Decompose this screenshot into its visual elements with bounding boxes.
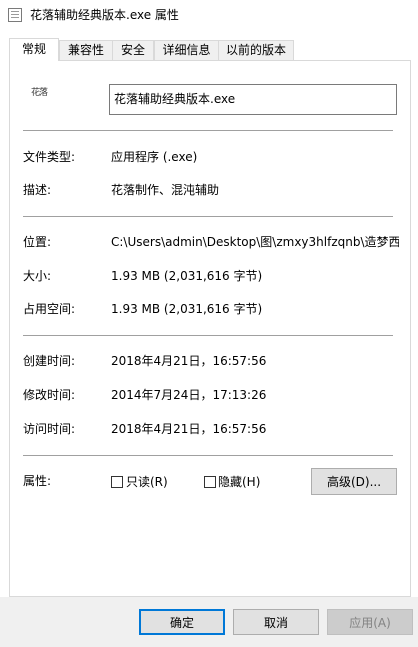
size-label: 大小:: [23, 269, 52, 283]
file-name-value: 花落辅助经典版本.exe: [114, 92, 236, 106]
separator: [23, 455, 393, 456]
general-panel: [9, 60, 411, 597]
separator: [23, 216, 393, 217]
description-value: 花落制作、混沌辅助: [111, 183, 220, 197]
modified-value: 2014年7月24日，17:13:26: [111, 388, 267, 402]
hidden-checkbox[interactable]: [204, 476, 216, 488]
size-on-disk-label: 占用空间:: [23, 302, 76, 316]
tab-details[interactable]: 详细信息: [154, 40, 219, 60]
window-title: 花落辅助经典版本.exe 属性: [30, 8, 179, 22]
accessed-label: 访问时间:: [23, 422, 76, 436]
readonly-label[interactable]: 只读(R): [126, 474, 168, 490]
ok-button[interactable]: 确定: [139, 609, 225, 635]
tab-previous-versions[interactable]: 以前的版本: [218, 40, 294, 60]
title-bar: 花落辅助经典版本.exe 属性: [0, 0, 418, 30]
file-type-label: 文件类型:: [23, 150, 76, 164]
advanced-button[interactable]: 高级(D)...: [311, 468, 397, 495]
attributes-label: 属性:: [23, 474, 52, 488]
apply-button[interactable]: 应用(A): [327, 609, 413, 635]
modified-label: 修改时间:: [23, 388, 76, 402]
location-value: C:\Users\admin\Desktop\图\zmxy3hlfzqnb\造梦…: [111, 235, 399, 249]
separator: [23, 335, 393, 336]
created-value: 2018年4月21日，16:57:56: [111, 354, 267, 368]
properties-dialog: 花落辅助经典版本.exe 属性 常规 兼容性 安全 详细信息 以前的版本 花落 …: [0, 0, 418, 647]
tab-compatibility[interactable]: 兼容性: [59, 40, 113, 60]
hidden-label[interactable]: 隐藏(H): [218, 474, 260, 490]
file-type-value: 应用程序 (.exe): [111, 150, 198, 164]
document-icon: [8, 8, 22, 22]
location-label: 位置:: [23, 235, 52, 249]
size-on-disk-value: 1.93 MB (2,031,616 字节): [111, 302, 263, 316]
separator: [23, 130, 393, 131]
cancel-button[interactable]: 取消: [233, 609, 319, 635]
size-value: 1.93 MB (2,031,616 字节): [111, 269, 263, 283]
dialog-footer: 确定 取消 应用(A): [0, 597, 418, 647]
created-label: 创建时间:: [23, 354, 76, 368]
description-label: 描述:: [23, 183, 52, 197]
tab-general[interactable]: 常规: [9, 38, 59, 61]
accessed-value: 2018年4月21日，16:57:56: [111, 422, 267, 436]
readonly-checkbox[interactable]: [111, 476, 123, 488]
application-icon: 花落: [31, 88, 48, 98]
tab-security[interactable]: 安全: [112, 40, 154, 60]
